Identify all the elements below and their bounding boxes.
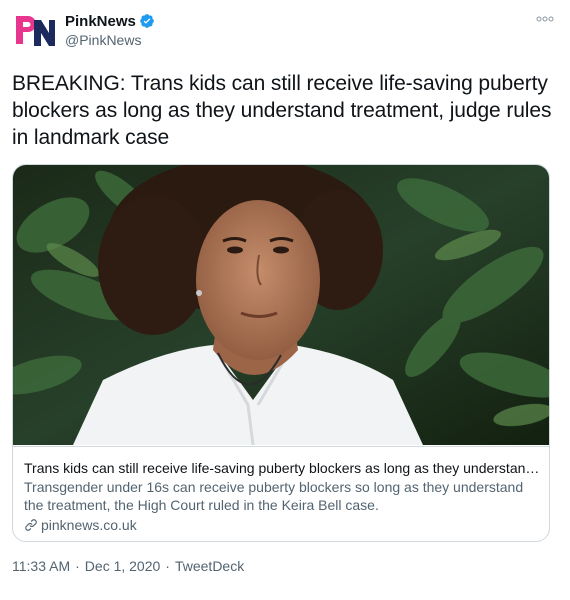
card-image[interactable]: [13, 165, 550, 445]
tweet-source[interactable]: TweetDeck: [175, 558, 244, 574]
account-handle[interactable]: @PinkNews: [65, 32, 141, 48]
tweet-meta: 11:33 AM · Dec 1, 2020 · TweetDeck: [12, 558, 244, 574]
pinknews-logo[interactable]: [12, 8, 56, 52]
card-domain[interactable]: pinknews.co.uk: [24, 516, 540, 534]
card-description: Transgender under 16s can receive pubert…: [24, 479, 524, 513]
link-icon: [25, 519, 37, 531]
tweet-time[interactable]: 11:33 AM: [12, 558, 70, 574]
more-icon[interactable]: [536, 14, 554, 24]
tweet-header: PinkNews @PinkNews: [12, 8, 558, 52]
meta-separator: ·: [165, 558, 170, 574]
card-body: Trans kids can still receive life-saving…: [13, 446, 549, 541]
card-title[interactable]: Trans kids can still receive life-saving…: [24, 459, 540, 477]
verified-icon: [140, 14, 154, 28]
meta-separator: ·: [75, 558, 80, 574]
display-name[interactable]: PinkNews: [65, 13, 136, 30]
tweet[interactable]: PinkNews @PinkNews BREAKING: Trans kids …: [0, 0, 570, 600]
link-card[interactable]: Trans kids can still receive life-saving…: [12, 164, 550, 542]
tweet-text: BREAKING: Trans kids can still receive l…: [12, 72, 552, 149]
tweet-date[interactable]: Dec 1, 2020: [85, 558, 161, 574]
name-row: PinkNews: [65, 12, 155, 30]
card-domain-text: pinknews.co.uk: [41, 517, 137, 533]
